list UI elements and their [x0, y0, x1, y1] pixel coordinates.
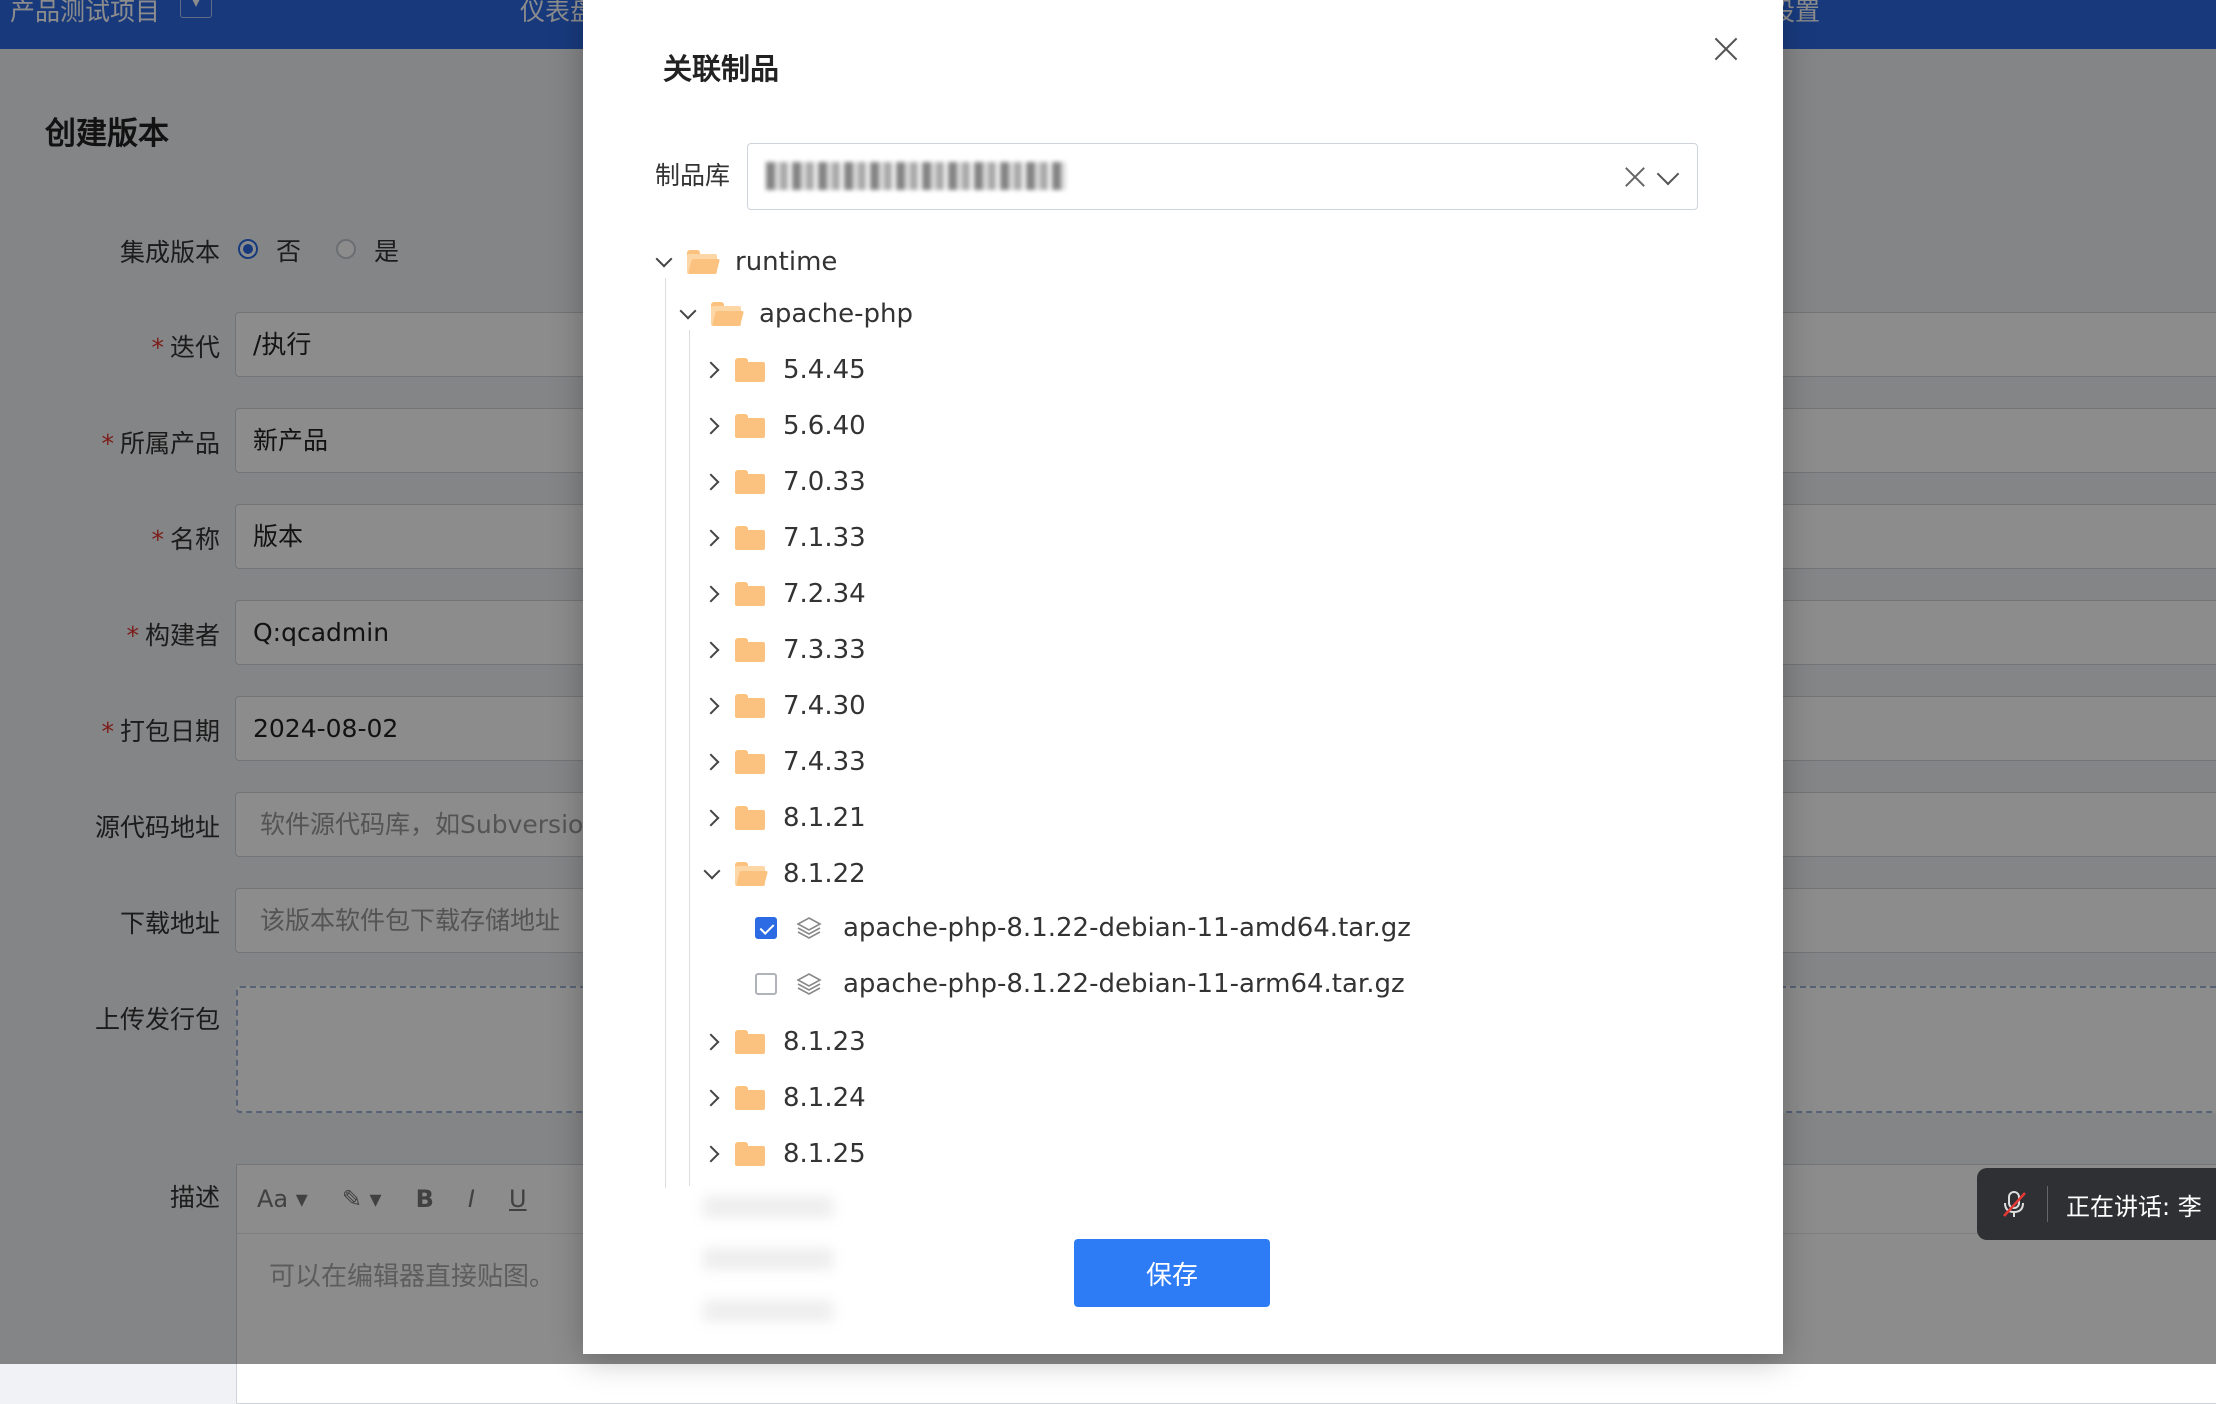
clear-icon[interactable] — [1620, 162, 1650, 192]
version-label: 8.1.21 — [783, 803, 866, 833]
folder-icon — [735, 694, 765, 718]
folder-icon — [735, 1086, 765, 1110]
mic-muted-icon[interactable] — [1999, 1189, 2029, 1219]
tree-file[interactable]: apache-php-8.1.22-debian-11-amd64.tar.gz — [755, 908, 1411, 948]
version-label: 8.1.23 — [783, 1027, 866, 1057]
tree-node-version[interactable]: 8.1.25 — [697, 1134, 866, 1174]
tree-node-apache-php[interactable]: apache-php — [673, 294, 913, 334]
tree-node-version[interactable]: 7.4.30 — [697, 686, 866, 726]
tree-node-version[interactable]: 7.4.33 — [697, 742, 866, 782]
folder-icon — [735, 358, 765, 382]
chevron-right-icon[interactable] — [697, 635, 727, 665]
toast-separator — [2047, 1186, 2048, 1222]
folder-icon — [735, 806, 765, 830]
file-checkbox[interactable] — [755, 917, 777, 939]
folder-icon — [735, 1142, 765, 1166]
layers-icon — [796, 917, 822, 939]
chevron-right-icon[interactable] — [697, 1139, 727, 1169]
tree-node-version[interactable]: 7.3.33 — [697, 630, 866, 670]
tree-node-version[interactable]: 7.1.33 — [697, 518, 866, 558]
version-label: 7.4.33 — [783, 747, 866, 777]
version-label: 7.0.33 — [783, 467, 866, 497]
tree-node-version[interactable]: 8.1.22 — [697, 854, 866, 894]
chevron-right-icon[interactable] — [697, 467, 727, 497]
folder-icon — [735, 414, 765, 438]
folder-icon — [735, 470, 765, 494]
folder-open-icon — [711, 302, 745, 326]
tree-guide — [689, 330, 690, 1188]
folder-icon — [735, 638, 765, 662]
close-icon[interactable] — [1709, 32, 1743, 66]
chevron-right-icon[interactable] — [697, 523, 727, 553]
tree-guide — [665, 278, 666, 1188]
speaking-toast: 正在讲话: 李 — [1977, 1168, 2216, 1240]
tree-node-runtime[interactable]: runtime — [649, 242, 837, 282]
chevron-right-icon[interactable] — [697, 411, 727, 441]
tree-node-version[interactable]: 5.4.45 — [697, 350, 866, 390]
tree-node-version[interactable]: 8.1.21 — [697, 798, 866, 838]
version-label: 7.2.34 — [783, 579, 866, 609]
version-label: 7.3.33 — [783, 635, 866, 665]
chevron-right-icon[interactable] — [697, 1083, 727, 1113]
tree-node-version[interactable]: 5.6.40 — [697, 406, 866, 446]
version-label: 8.1.22 — [783, 859, 866, 889]
chevron-right-icon[interactable] — [697, 803, 727, 833]
tree-file[interactable]: apache-php-8.1.22-debian-11-arm64.tar.gz — [755, 964, 1405, 1004]
chevron-down-icon[interactable] — [649, 247, 679, 277]
chevron-down-icon[interactable] — [697, 859, 727, 889]
version-label: 8.1.24 — [783, 1083, 866, 1113]
folder-open-icon — [687, 250, 721, 274]
folder-icon — [735, 526, 765, 550]
modal-title: 关联制品 — [663, 52, 780, 86]
toast-text: 正在讲话: 李 — [2066, 1192, 2202, 1221]
folder-icon — [735, 1030, 765, 1054]
version-label: 5.4.45 — [783, 355, 866, 385]
link-artifact-modal: 关联制品 制品库 runtime apache-php 5.4.45 5.6.40… — [583, 0, 1783, 1354]
version-label: 7.1.33 — [783, 523, 866, 553]
folder-icon — [735, 582, 765, 606]
version-label: 5.6.40 — [783, 411, 866, 441]
version-label: 8.1.25 — [783, 1139, 866, 1169]
tree-node-version[interactable]: 8.1.23 — [697, 1022, 866, 1062]
chevron-down-icon[interactable] — [1656, 162, 1680, 186]
tree-node-version[interactable]: 7.0.33 — [697, 462, 866, 502]
library-select[interactable] — [747, 143, 1698, 210]
chevron-right-icon[interactable] — [697, 355, 727, 385]
tree-node-version[interactable]: 8.1.24 — [697, 1078, 866, 1118]
chevron-right-icon[interactable] — [697, 579, 727, 609]
save-button[interactable]: 保存 — [1074, 1239, 1270, 1307]
chevron-right-icon[interactable] — [697, 1027, 727, 1057]
chevron-right-icon[interactable] — [697, 691, 727, 721]
folder-open-icon — [735, 862, 769, 886]
folder-icon — [735, 750, 765, 774]
library-label: 制品库 — [655, 161, 731, 190]
tree-node-version[interactable]: 7.2.34 — [697, 574, 866, 614]
chevron-down-icon[interactable] — [673, 299, 703, 329]
layers-icon — [796, 973, 822, 995]
version-label: 7.4.30 — [783, 691, 866, 721]
library-value-blurred — [766, 162, 1066, 190]
tree-overflow-fade — [673, 1186, 873, 1336]
chevron-right-icon[interactable] — [697, 747, 727, 777]
file-checkbox[interactable] — [755, 973, 777, 995]
